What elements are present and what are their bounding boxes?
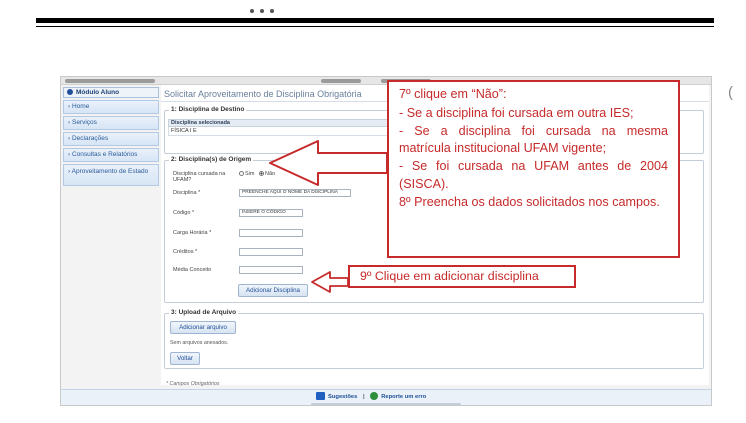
callout-line-sisca: - Se foi cursada na UFAM antes de 2004 (… — [399, 159, 668, 191]
document-page: Módulo Aluno › Home › Serviços › Declara… — [0, 0, 746, 423]
arrow-to-nao — [269, 140, 388, 186]
instruction-callout-add: 9º Clique em adicionar disciplina — [348, 265, 576, 288]
arrow-to-add-button — [311, 271, 349, 293]
callout-step-7: 7º clique em “Não”: — [399, 87, 507, 101]
instruction-callout-main: 7º clique em “Não”: - Se a disciplina fo… — [387, 80, 680, 258]
callout-step-8: 8º Preencha os dados solicitados nos cam… — [399, 194, 660, 209]
page-edge-mark: ( — [728, 84, 733, 101]
callout-line-ies: - Se a disciplina foi cursada em outra I… — [399, 105, 634, 120]
callout-line-matricula: - Se a disciplina foi cursada na mesma m… — [399, 123, 668, 156]
